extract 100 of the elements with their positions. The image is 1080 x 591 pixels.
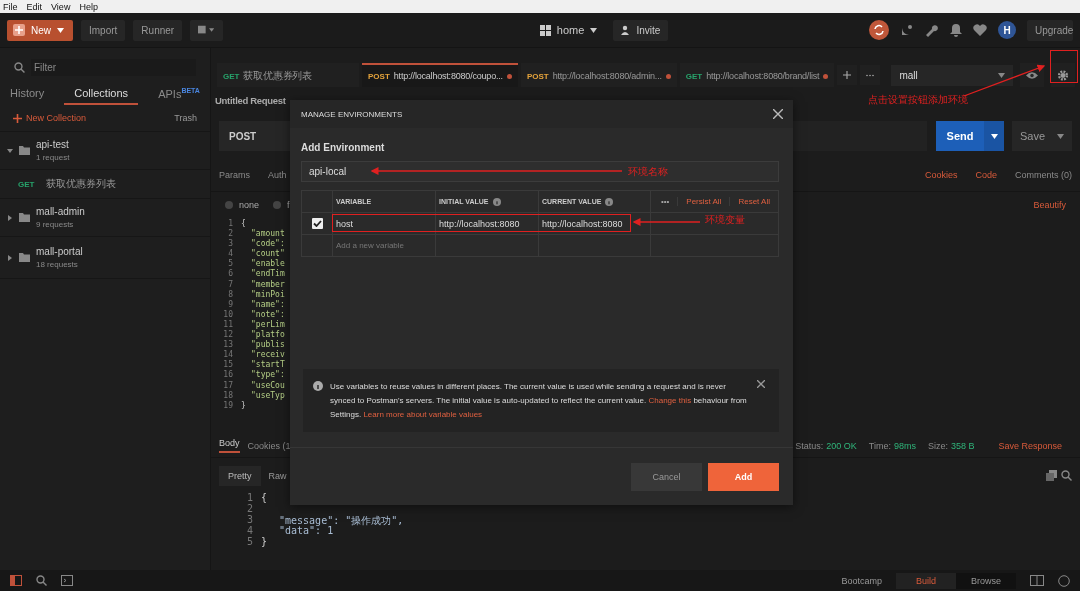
code-text: "useTyp [250, 390, 285, 401]
request-link[interactable]: Code [975, 170, 997, 180]
search-icon[interactable] [36, 575, 47, 586]
save-button[interactable]: Save [1012, 121, 1072, 151]
line-number: 5 [227, 259, 234, 269]
folder-icon [19, 146, 30, 155]
request-title: Untitled Request [215, 95, 286, 106]
size-value: 358 B [950, 440, 975, 451]
sidebar-tab[interactable]: APIs$^{BETA}$ [158, 82, 200, 106]
cancel-button[interactable]: Cancel [631, 462, 702, 491]
request-tab[interactable]: POST http://localhost:8080/admin... [520, 63, 677, 87]
collection-item[interactable]: mall-portal 18 requests [0, 237, 210, 279]
line-number: 15 [222, 360, 234, 370]
avatar[interactable]: H [998, 21, 1016, 39]
environment-select[interactable]: mall [891, 64, 1013, 86]
beautify-link[interactable]: Beautify [1033, 199, 1066, 210]
size-label: Size: [927, 440, 948, 451]
collection-item[interactable]: api-test 1 request [0, 132, 210, 170]
request-tab[interactable]: GET http://localhost:8080/brand/list [679, 63, 835, 87]
help-icon[interactable] [1058, 574, 1070, 587]
code-text: "count" [250, 249, 285, 259]
sync-icon[interactable] [869, 20, 889, 40]
annotation-text: 环境变量 [705, 213, 745, 227]
search-icon [14, 62, 25, 73]
invite-button[interactable]: Invite [613, 19, 669, 41]
more-button[interactable]: ••• [660, 197, 670, 206]
new-variable-field[interactable]: Add a new variable [336, 241, 431, 250]
line-number: 5 [245, 535, 254, 547]
request-subtab[interactable]: Auth [268, 170, 287, 180]
collection-item[interactable]: mall-admin 9 requests [0, 199, 210, 237]
request-subtab[interactable]: Params [219, 170, 250, 180]
response-tab[interactable]: Cookies (1 [247, 440, 291, 451]
wrench-icon[interactable] [925, 23, 939, 37]
response-tab[interactable]: Body [219, 438, 240, 454]
info-link[interactable]: Learn more about variable values [363, 410, 483, 419]
eye-button[interactable] [1020, 63, 1044, 87]
code-text: "member [250, 279, 285, 290]
code-text: { [241, 219, 246, 230]
upgrade-button[interactable]: Upgrade [1027, 19, 1073, 41]
workspace-switcher[interactable]: home [533, 19, 604, 41]
send-button[interactable]: Send [936, 121, 984, 151]
runner-button[interactable]: Runner [133, 19, 183, 41]
body-mode-radio[interactable]: f [273, 199, 290, 210]
layout-icon[interactable] [1030, 575, 1044, 586]
body-mode-radio[interactable]: none [225, 199, 260, 210]
checkbox[interactable] [311, 218, 323, 229]
line-number: 16 [222, 370, 234, 381]
bootcamp-link[interactable]: Bootcamp [841, 575, 882, 586]
menu-item[interactable]: Edit [26, 1, 43, 12]
sidebar-tab[interactable]: Collections [64, 83, 139, 105]
view-tab[interactable]: Pretty [219, 465, 261, 486]
sidebar-tab[interactable]: History [10, 83, 45, 105]
plus-icon [843, 70, 852, 80]
console-icon[interactable] [61, 575, 73, 586]
satellite-icon[interactable] [900, 23, 914, 37]
new-collection-link[interactable]: New Collection [13, 113, 87, 123]
menu-item[interactable]: Help [79, 1, 98, 12]
request-item[interactable]: GET 获取优惠券列表 [0, 170, 210, 199]
line-number: 13 [222, 340, 234, 350]
mode-toggle[interactable]: Build [896, 572, 956, 589]
table-action-link[interactable]: Reset All [729, 197, 770, 206]
code-text: "startT [250, 360, 285, 370]
heart-icon[interactable] [973, 24, 987, 36]
trash-link[interactable]: Trash [174, 113, 197, 123]
request-link[interactable]: Comments (0) [1015, 170, 1072, 180]
close-icon[interactable] [773, 109, 783, 119]
import-button[interactable]: Import [81, 19, 126, 41]
add-button[interactable]: Add [708, 462, 779, 491]
save-response-button[interactable]: Save Response [998, 440, 1062, 451]
filter-field[interactable]: Filter [30, 59, 196, 76]
new-tab-button[interactable] [837, 65, 858, 85]
settings-button[interactable] [1051, 63, 1075, 87]
bell-icon[interactable] [950, 23, 962, 37]
sidebar-toggle-icon[interactable] [10, 575, 22, 586]
request-link[interactable]: Cookies [924, 170, 958, 180]
line-number: 14 [222, 350, 234, 360]
mode-toggle[interactable]: Browse [956, 572, 1016, 589]
more-icon [866, 73, 875, 77]
new-button[interactable]: New [7, 19, 73, 41]
menu-item[interactable]: View [51, 1, 71, 12]
info-link[interactable]: Change this [648, 396, 692, 405]
close-icon[interactable] [757, 380, 765, 388]
new-window-button[interactable] [190, 19, 224, 41]
gear-icon [1057, 68, 1069, 82]
time-label: Time: [868, 440, 891, 451]
send-options-button[interactable] [984, 121, 1004, 151]
search-icon[interactable] [1061, 470, 1072, 482]
request-tab[interactable]: GET 获取优惠券列表 [217, 63, 359, 87]
annotation-text: 点击设置按钮添加环境 [868, 93, 968, 107]
code-text: } [261, 535, 268, 547]
table-action-link[interactable]: Persist All [677, 197, 722, 206]
line-number: 1 [245, 491, 254, 503]
code-text: "name": [250, 299, 285, 310]
line-number: 12 [222, 330, 234, 340]
annotation-arrow [632, 217, 702, 227]
copy-icon[interactable] [1046, 470, 1057, 482]
request-tab[interactable]: POST http://localhost:8080/coupo... [362, 63, 518, 87]
menu-item[interactable]: File [3, 1, 18, 12]
status-value: 200 OK [826, 440, 857, 451]
info-icon [605, 197, 614, 206]
